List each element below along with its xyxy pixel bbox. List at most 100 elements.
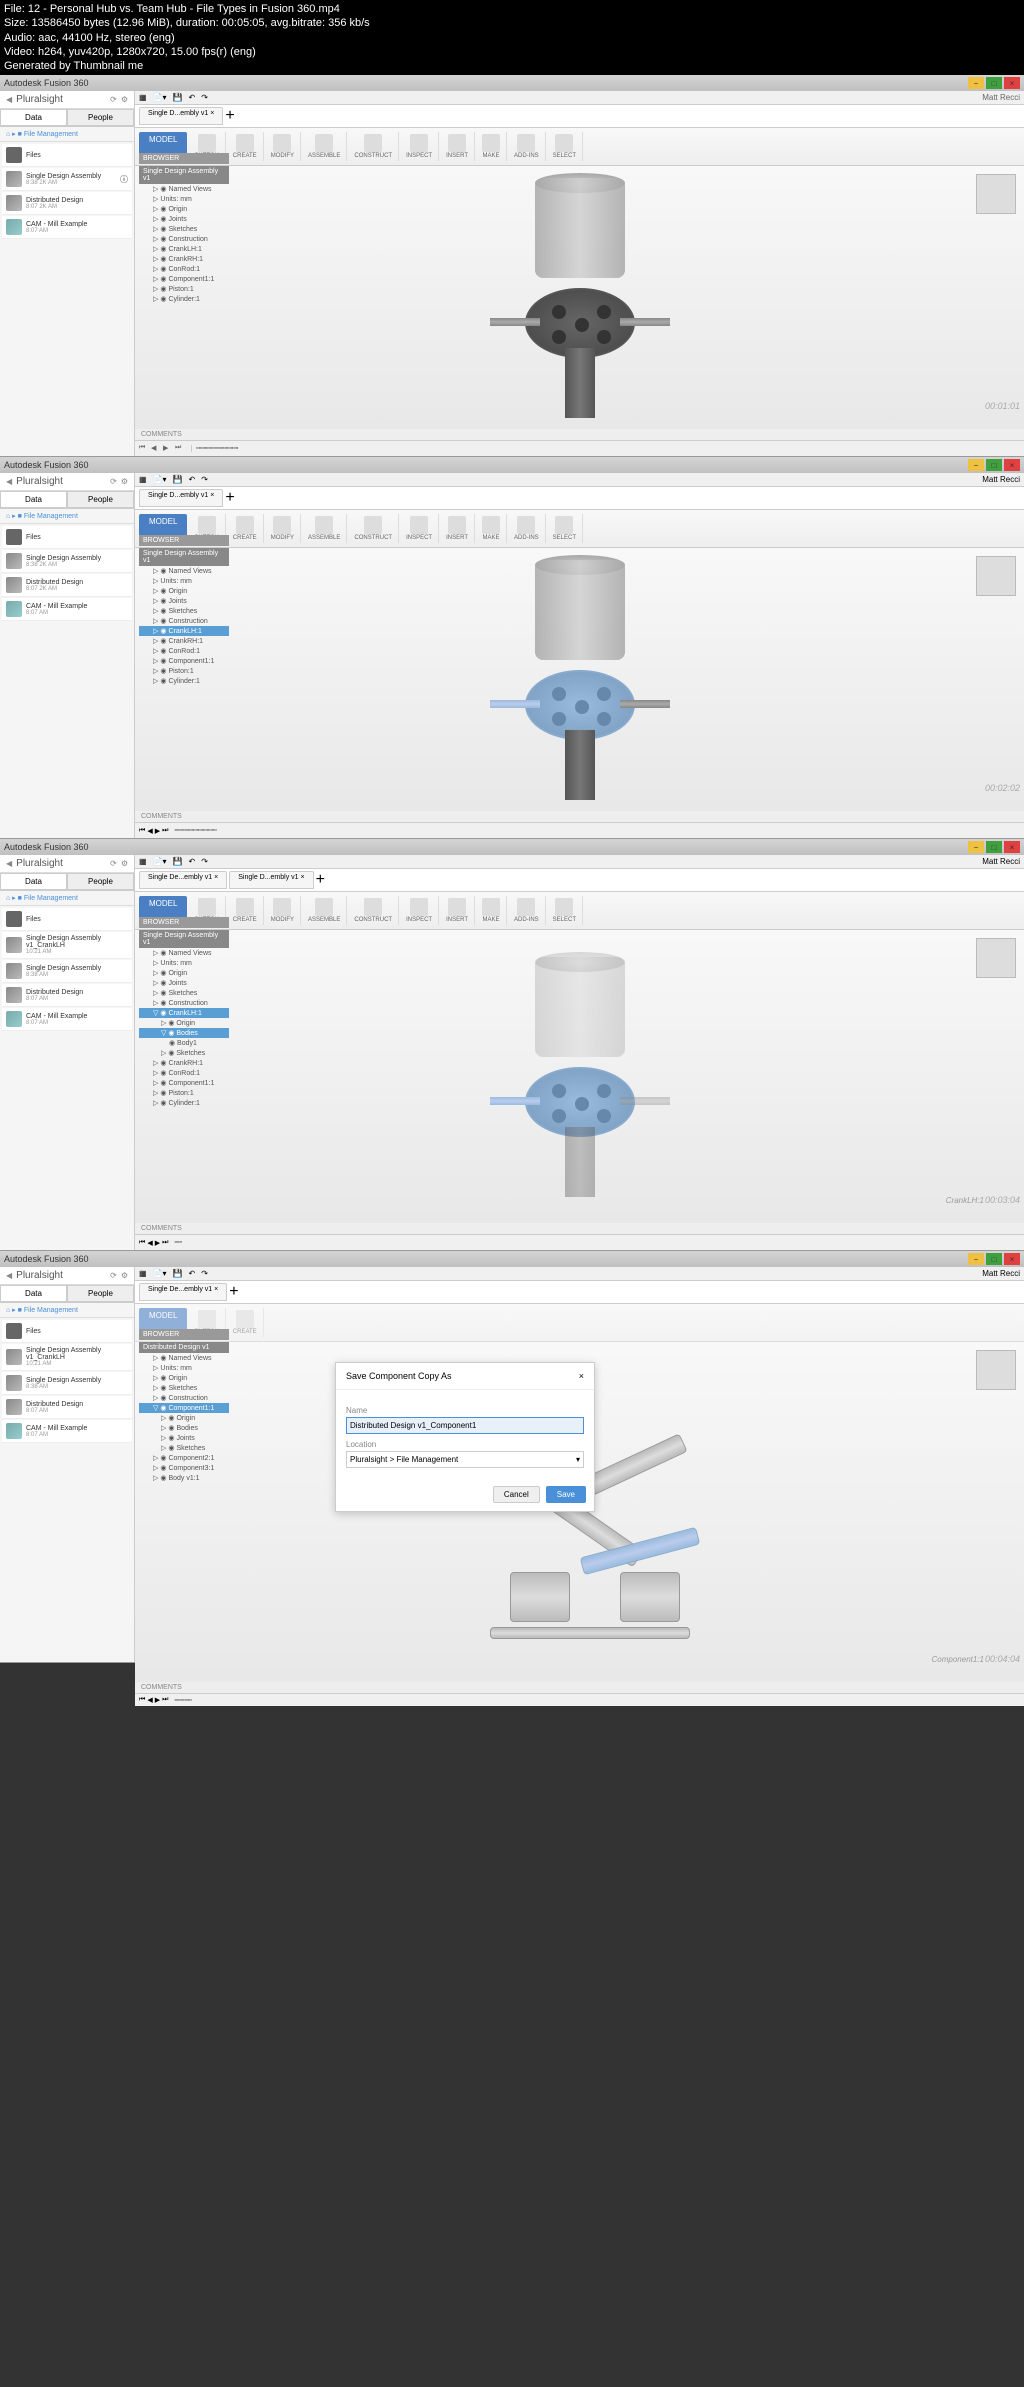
maximize-icon[interactable]: □ <box>986 1253 1002 1265</box>
ribbon-select[interactable]: SELECT <box>547 896 583 925</box>
tree-item[interactable]: ▷ ◉ Origin <box>139 1373 229 1383</box>
tree-item[interactable]: ▷ ◉ Sketches <box>139 988 229 998</box>
comments-bar[interactable]: COMMENTS <box>135 1223 1024 1234</box>
ribbon-modify[interactable]: MODIFY <box>265 132 301 161</box>
tab-people[interactable]: People <box>67 109 134 126</box>
info-icon[interactable]: ⓘ <box>120 174 128 185</box>
browser-root[interactable]: Single Design Assembly v1 <box>139 166 229 184</box>
breadcrumb[interactable]: ⌂ ▸ ■ File Management <box>0 509 134 524</box>
breadcrumb[interactable]: ⌂ ▸ ■ File Management <box>0 127 134 142</box>
location-selector[interactable]: Pluralsight > File Management▾ <box>346 1451 584 1468</box>
user-label[interactable]: Matt Recci <box>982 475 1020 484</box>
tab-data[interactable]: Data <box>0 873 67 890</box>
browser-header[interactable]: BROWSER <box>139 917 229 928</box>
tree-item-selected[interactable]: ▽ ◉ CrankLH:1 <box>139 1008 229 1018</box>
timeline-play-icon[interactable]: ▶ <box>163 444 173 454</box>
browser-root[interactable]: Single Design Assembly v1 <box>139 548 229 566</box>
tree-item[interactable]: ▷ ◉ Sketches <box>139 224 229 234</box>
ribbon-addins[interactable]: ADD-INS <box>508 514 546 543</box>
viewport[interactable]: Save Component Copy As× Name Location Pl… <box>135 1342 1024 1682</box>
panel-toggle-icon[interactable]: ▦ <box>139 93 147 102</box>
file-item[interactable]: Distributed Design8:07 AM <box>2 1396 132 1419</box>
viewport[interactable]: CrankLH:1 00:03:04 <box>135 930 1024 1223</box>
settings-icon[interactable]: ⚙ <box>121 859 128 868</box>
tab-people[interactable]: People <box>67 873 134 890</box>
close-icon[interactable]: × <box>1004 77 1020 89</box>
tree-item[interactable]: ▷ ◉ ConRod:1 <box>139 646 229 656</box>
cancel-button[interactable]: Cancel <box>493 1486 540 1503</box>
tree-item[interactable]: ▷ ◉ CrankRH:1 <box>139 254 229 264</box>
ribbon-make[interactable]: MAKE <box>476 514 507 543</box>
tree-item[interactable]: ▷ ◉ Joints <box>139 214 229 224</box>
tree-item-selected[interactable]: ▽ ◉ Component1:1 <box>139 1403 229 1413</box>
file-item[interactable]: Distributed Design8:07 2K AM <box>2 192 132 215</box>
tree-subitem[interactable]: ▷ ◉ Origin <box>139 1018 229 1028</box>
save-icon[interactable]: 💾 <box>173 93 183 102</box>
ribbon-insert[interactable]: INSERT <box>440 514 475 543</box>
viewcube[interactable] <box>976 938 1016 978</box>
file-menu-icon[interactable]: 📄▾ <box>153 93 167 102</box>
file-menu-icon[interactable]: 📄▾ <box>153 475 167 484</box>
timeline-end-icon[interactable]: ⏭ <box>175 444 185 454</box>
refresh-icon[interactable]: ⟳ <box>110 1271 117 1280</box>
panel-toggle-icon[interactable]: ▦ <box>139 475 147 484</box>
add-tab-icon[interactable]: + <box>225 107 234 125</box>
comments-bar[interactable]: COMMENTS <box>135 811 1024 822</box>
ribbon-assemble[interactable]: ASSEMBLE <box>302 132 347 161</box>
tree-item[interactable]: ▷ ◉ CrankLH:1 <box>139 244 229 254</box>
timeline-start-icon[interactable]: ⏮ <box>139 1696 145 1704</box>
tree-subitem[interactable]: ▷ ◉ Joints <box>139 1433 229 1443</box>
ribbon-construct[interactable]: CONSTRUCT <box>348 132 399 161</box>
timeline-play-icon[interactable]: ▶ <box>155 827 160 835</box>
timeline[interactable]: ⏮◀▶⏭▫▫▫▫▫▫▫ <box>135 1693 1024 1706</box>
minimize-icon[interactable]: − <box>968 1253 984 1265</box>
file-item[interactable]: Distributed Design8:07 AM <box>2 984 132 1007</box>
undo-icon[interactable]: ↶ <box>189 1269 196 1278</box>
doc-tab[interactable]: Single D...embly v1 × <box>139 107 223 125</box>
tree-item[interactable]: ▷ ◉ Component1:1 <box>139 274 229 284</box>
tab-people[interactable]: People <box>67 491 134 508</box>
timeline-play-icon[interactable]: ▶ <box>155 1239 160 1247</box>
refresh-icon[interactable]: ⟳ <box>110 95 117 104</box>
tree-item[interactable]: ▷ ◉ Cylinder:1 <box>139 1098 229 1108</box>
timeline[interactable]: ⏮ ◀ ▶ ⏭ ▫▫▫▫▫▫▫▫▫▫▫▫▫▫▫▫▫ <box>135 440 1024 456</box>
ribbon-inspect[interactable]: INSPECT <box>400 514 439 543</box>
close-icon[interactable]: × <box>1004 1253 1020 1265</box>
file-item[interactable]: Single Design Assembly8:38 2K AMⓘ <box>2 168 132 191</box>
ribbon-inspect[interactable]: INSPECT <box>400 132 439 161</box>
timeline[interactable]: ⏮◀▶⏭▫▫▫▫▫▫▫▫▫▫▫▫▫▫▫▫▫ <box>135 822 1024 838</box>
viewcube[interactable] <box>976 556 1016 596</box>
timeline-start-icon[interactable]: ⏮ <box>139 1239 145 1247</box>
breadcrumb[interactable]: ⌂ ▸ ■ File Management <box>0 891 134 906</box>
browser-header[interactable]: BROWSER <box>139 1329 229 1340</box>
ribbon-addins[interactable]: ADD-INS <box>508 896 546 925</box>
tree-item[interactable]: ▷ ◉ Joints <box>139 596 229 606</box>
tree-item[interactable]: ▷ ◉ Named Views <box>139 948 229 958</box>
ribbon-create[interactable]: CREATE <box>227 132 264 161</box>
tree-item[interactable]: ▷ ◉ Joints <box>139 978 229 988</box>
ribbon-create[interactable]: CREATE <box>227 514 264 543</box>
redo-icon[interactable]: ↷ <box>201 1269 208 1278</box>
back-icon[interactable]: ◀ <box>6 477 12 486</box>
browser-root[interactable]: Single Design Assembly v1 <box>139 930 229 948</box>
timeline-start-icon[interactable]: ⏮ <box>139 444 149 454</box>
timeline-back-icon[interactable]: ◀ <box>147 827 152 835</box>
redo-icon[interactable]: ↷ <box>201 93 208 102</box>
file-item[interactable]: Files <box>2 526 132 549</box>
maximize-icon[interactable]: □ <box>986 841 1002 853</box>
timeline-end-icon[interactable]: ⏭ <box>162 827 168 835</box>
tree-item[interactable]: ▷ ◉ Component1:1 <box>139 1078 229 1088</box>
tree-subitem[interactable]: ▷ ◉ Sketches <box>139 1048 229 1058</box>
close-icon[interactable]: × <box>1004 459 1020 471</box>
ribbon-insert[interactable]: INSERT <box>440 132 475 161</box>
timeline-end-icon[interactable]: ⏭ <box>162 1696 168 1704</box>
tree-item[interactable]: ▷ ◉ Origin <box>139 586 229 596</box>
tree-subitem[interactable]: ▷ ◉ Origin <box>139 1413 229 1423</box>
tree-item[interactable]: ▷ ◉ Construction <box>139 616 229 626</box>
panel-toggle-icon[interactable]: ▦ <box>139 1269 147 1278</box>
settings-icon[interactable]: ⚙ <box>121 95 128 104</box>
timeline-start-icon[interactable]: ⏮ <box>139 827 145 835</box>
doc-tab[interactable]: Single De...embly v1 × <box>139 871 227 889</box>
settings-icon[interactable]: ⚙ <box>121 477 128 486</box>
file-item[interactable]: CAM - Mill Example8:07 AM <box>2 1008 132 1031</box>
